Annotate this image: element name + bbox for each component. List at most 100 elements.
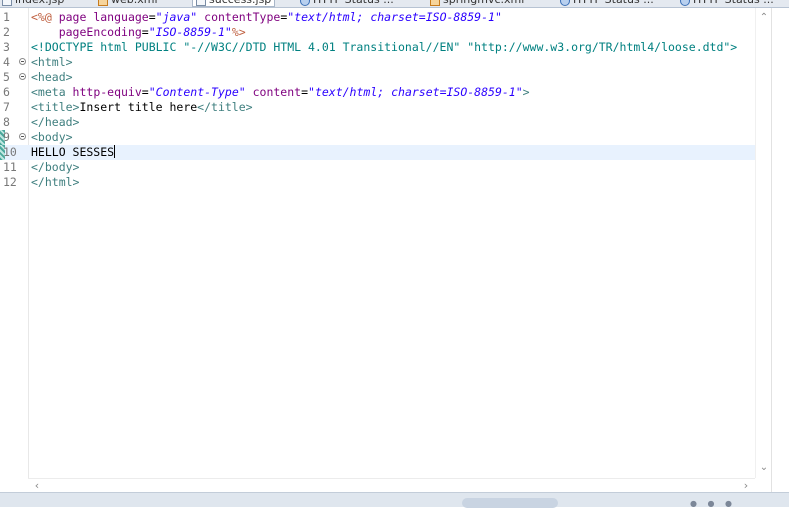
code-token: = <box>148 10 156 24</box>
line-number: 11 <box>3 160 17 174</box>
code-text: <head> <box>31 70 73 85</box>
code-token: = <box>301 85 309 99</box>
code-token: "-//W3C//DTD HTML 4.01 Transitional//EN"… <box>183 40 738 54</box>
code-token: "ISO-8859-1" <box>148 25 232 39</box>
code-token: Insert title here <box>79 100 198 114</box>
line-number: 3 <box>3 40 10 54</box>
code-token: contentType <box>204 10 281 24</box>
code-text: </body> <box>31 160 79 175</box>
code-line[interactable]: 6 <meta http-equiv="Content-Type" content… <box>0 85 755 100</box>
code-token: "java" <box>155 10 198 24</box>
horizontal-scrollbar[interactable]: ‹ › <box>28 478 755 493</box>
fold-toggle-icon[interactable] <box>19 73 26 80</box>
browser-icon <box>560 0 570 6</box>
code-text: <html> <box>31 55 73 70</box>
code-token: </title> <box>197 100 253 114</box>
code-line[interactable]: 1 <%@ page language="java" contentType="t… <box>0 10 755 25</box>
code-token: language <box>93 10 149 24</box>
line-number: 9 <box>3 130 10 144</box>
tab-5[interactable]: springmvc.xml <box>430 0 524 6</box>
scroll-right-icon[interactable]: › <box>739 479 753 493</box>
status-bar: ● ● ● <box>0 492 789 508</box>
line-number: 8 <box>3 115 10 129</box>
code-text: </html> <box>31 175 79 190</box>
line-number: 10 <box>3 145 17 159</box>
line-number: 2 <box>3 25 10 39</box>
code-text: <!DOCTYPE html PUBLIC "-//W3C//DTD HTML … <box>31 40 737 55</box>
code-line[interactable]: 12 </html> <box>0 175 755 190</box>
code-line[interactable]: 3 <!DOCTYPE html PUBLIC "-//W3C//DTD HTML… <box>0 40 755 55</box>
code-line[interactable]: 7 <title>Insert title here</title> <box>0 100 755 115</box>
tab-4[interactable]: HTTP Status ... <box>300 0 394 6</box>
browser-icon <box>300 0 310 6</box>
scroll-up-icon[interactable]: ⌃ <box>756 10 772 26</box>
code-token: HELLO SESSES <box>31 145 115 159</box>
tab-1[interactable]: index.jsp <box>2 0 64 6</box>
tab-label: HTTP Status ... <box>313 0 394 6</box>
code-token: "text/html; charset=ISO-8859-1" <box>308 85 523 99</box>
scroll-down-icon[interactable]: ⌄ <box>756 460 772 476</box>
line-number: 5 <box>3 70 10 84</box>
code-line[interactable]: 9 <body> <box>0 130 755 145</box>
code-line[interactable]: 8 </head> <box>0 115 755 130</box>
jsp-file-icon <box>196 0 206 6</box>
line-number: 1 <box>3 10 10 24</box>
code-text: </head> <box>31 115 79 130</box>
code-token: </html> <box>31 175 80 189</box>
tab-7[interactable]: HTTP Status ... <box>680 0 774 6</box>
code-token: html PUBLIC <box>100 40 184 54</box>
code-editor[interactable]: 1 <%@ page language="java" contentType="t… <box>0 8 771 478</box>
jsp-file-icon <box>2 0 12 6</box>
tab-label: springmvc.xml <box>443 0 524 6</box>
browser-icon <box>680 0 690 6</box>
vertical-scrollbar[interactable]: ⌃ ⌄ <box>755 8 772 478</box>
code-token: </body> <box>31 160 80 174</box>
code-token: "text/html; charset=ISO-8859-1" <box>287 10 502 24</box>
code-line[interactable]: 4 <html> <box>0 55 755 70</box>
tab-label: HTTP Status ... <box>573 0 654 6</box>
code-token: %> <box>231 25 246 39</box>
code-text: <body> <box>31 130 73 145</box>
code-text: <meta http-equiv="Content-Type" content=… <box>31 85 530 100</box>
tab-label: index.jsp <box>15 0 64 6</box>
code-text: <%@ page language="java" contentType="te… <box>31 10 502 25</box>
code-token: <html> <box>31 55 73 69</box>
code-line[interactable]: 10 HELLO SESSES <box>0 145 755 160</box>
line-number: 4 <box>3 55 10 69</box>
code-token: = <box>141 25 149 39</box>
line-number: 12 <box>3 175 17 189</box>
code-line[interactable]: 5 <head> <box>0 70 755 85</box>
code-token: </head> <box>31 115 80 129</box>
tab-3[interactable]: success.jsp <box>192 0 276 7</box>
code-text: pageEncoding="ISO-8859-1"%> <box>31 25 246 40</box>
fold-toggle-icon[interactable] <box>19 133 26 140</box>
tab-label: success.jsp <box>209 0 271 6</box>
code-token: <%@ <box>31 10 59 24</box>
scroll-left-icon[interactable]: ‹ <box>30 479 44 493</box>
line-number: 7 <box>3 100 10 114</box>
text-cursor <box>114 145 116 158</box>
tab-2[interactable]: web.xml <box>98 0 158 6</box>
code-token: <meta <box>31 85 73 99</box>
tab-6[interactable]: HTTP Status ... <box>560 0 654 6</box>
tab-label: web.xml <box>111 0 158 6</box>
xml-file-icon <box>430 0 440 6</box>
status-indicator <box>462 498 558 508</box>
code-token: page <box>58 10 94 24</box>
code-token: <title> <box>31 100 80 114</box>
code-token: http-equiv <box>72 85 142 99</box>
overview-ruler <box>771 8 789 492</box>
editor-tab-bar: index.jsp web.xml success.jsp HTTP Status .… <box>0 0 789 8</box>
tab-label: HTTP Status ... <box>693 0 774 6</box>
code-token: <body> <box>31 130 73 144</box>
xml-file-icon <box>98 0 108 6</box>
line-number: 6 <box>3 85 10 99</box>
code-token: "Content-Type" <box>148 85 246 99</box>
status-icons: ● ● ● <box>690 499 737 508</box>
code-token: > <box>522 85 530 99</box>
fold-toggle-icon[interactable] <box>19 58 26 65</box>
code-line[interactable]: 2 pageEncoding="ISO-8859-1"%> <box>0 25 755 40</box>
code-line[interactable]: 11 </body> <box>0 160 755 175</box>
